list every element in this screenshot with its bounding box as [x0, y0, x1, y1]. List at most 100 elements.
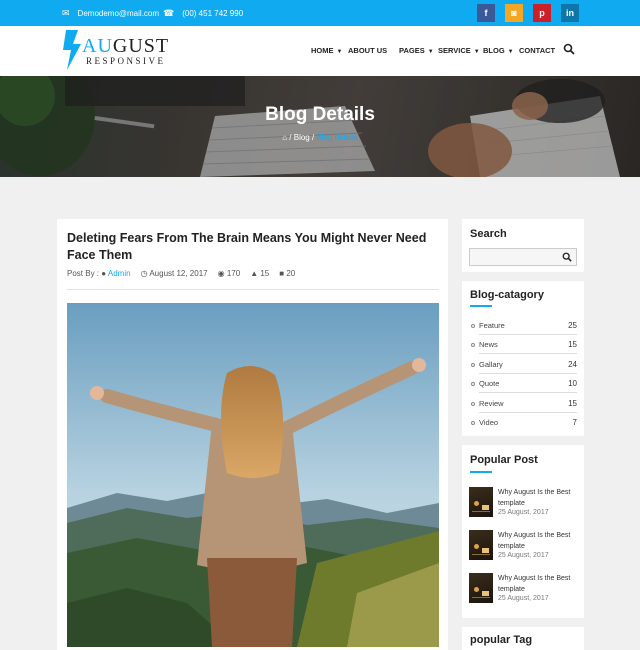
category-item-gallary[interactable]: Gallary 24	[471, 360, 577, 379]
circle-bullet-icon	[471, 324, 475, 328]
category-count: 25	[568, 321, 577, 330]
nav-pages-label: PAGES	[399, 46, 425, 55]
category-count: 10	[568, 379, 577, 388]
logo-subtitle: RESPONSIVE	[86, 56, 166, 66]
linkedin-icon[interactable]: in	[561, 4, 579, 22]
category-name: Video	[479, 418, 499, 427]
popular-post-item[interactable]: Why August Is the Best template 25 Augus…	[469, 530, 579, 563]
post-image	[67, 303, 439, 647]
post-comments[interactable]: ■ 20	[279, 269, 295, 278]
category-count: 15	[568, 399, 577, 408]
title-underline	[470, 305, 492, 307]
popular-post-item[interactable]: Why August Is the Best template 25 Augus…	[469, 487, 579, 520]
nav-about[interactable]: ABOUT US	[348, 46, 387, 55]
circle-bullet-icon	[471, 421, 475, 425]
pinterest-icon[interactable]: p	[533, 4, 551, 22]
divider	[479, 392, 577, 393]
search-widget: Search	[462, 219, 584, 272]
category-name: Feature	[479, 321, 505, 330]
post-thumbnail[interactable]	[469, 573, 493, 603]
nav-blog-label: BLOG	[483, 46, 505, 55]
rss-icon[interactable]: ◙	[505, 4, 523, 22]
breadcrumb-current: Blog details	[316, 133, 358, 142]
post-thumbnail[interactable]	[469, 530, 493, 560]
popular-post-widget: Popular Post Why August Is the Best temp…	[462, 445, 584, 618]
divider	[479, 412, 577, 413]
divider	[479, 334, 577, 335]
circle-bullet-icon	[471, 343, 475, 347]
category-count: 15	[568, 340, 577, 349]
divider	[67, 289, 439, 290]
logo-main-text: GUST	[112, 35, 170, 57]
category-count: 7	[572, 418, 577, 427]
nav-service-label: SERVICE	[438, 46, 471, 55]
comments-count: 20	[286, 269, 296, 278]
facebook-icon[interactable]: f	[477, 4, 495, 22]
category-item-quote[interactable]: Quote 10	[471, 379, 577, 398]
search-icon[interactable]	[563, 43, 575, 55]
category-item-review[interactable]: Review 15	[471, 399, 577, 418]
divider	[479, 353, 577, 354]
contact-email[interactable]: ✉ Demodemo@mail.com	[62, 0, 159, 26]
home-icon[interactable]: ⌂	[282, 133, 287, 142]
post-likes[interactable]: ▲ 15	[250, 269, 269, 278]
category-name: Review	[479, 399, 504, 408]
category-count: 24	[568, 360, 577, 369]
post-meta: Post By : ● Admin ◷ August 12, 2017 ◉ 17…	[67, 269, 295, 278]
author-link[interactable]: Admin	[108, 269, 131, 278]
popular-post-link[interactable]: Why August Is the Best template	[498, 530, 582, 552]
page-banner	[0, 76, 640, 177]
category-widget: Blog-catagory Feature 25 News 15 Gallary…	[462, 281, 584, 436]
phone-icon: ☎	[163, 7, 175, 18]
phone-text: (00) 451 742 990	[182, 8, 244, 18]
circle-bullet-icon	[471, 382, 475, 386]
breadcrumb-blog[interactable]: Blog	[294, 133, 310, 142]
nav-pages[interactable]: PAGES ▼	[399, 46, 434, 55]
popular-tag-title: popular Tag	[470, 634, 533, 646]
caret-down-icon: ▼	[427, 49, 434, 55]
site-header: AUGUST RESPONSIVE HOME ▼ ABOUT US PAGES ▼ …	[0, 26, 640, 76]
category-name: News	[479, 340, 498, 349]
site-logo[interactable]: AUGUST RESPONSIVE	[82, 35, 169, 66]
nav-contact-label: CONTACT	[519, 46, 556, 55]
breadcrumb-separator: /	[311, 133, 315, 142]
category-widget-title: Blog-catagory	[470, 289, 544, 301]
search-input[interactable]	[469, 248, 577, 266]
caret-down-icon: ▼	[507, 49, 514, 55]
caret-down-icon: ▼	[336, 49, 343, 55]
nav-service[interactable]: SERVICE ▼	[438, 46, 480, 55]
thumbs-up-icon: ▲	[250, 269, 259, 278]
nav-home[interactable]: HOME ▼	[311, 46, 342, 55]
divider	[479, 373, 577, 374]
breadcrumb-separator: /	[289, 133, 292, 142]
category-item-feature[interactable]: Feature 25	[471, 321, 577, 340]
post-author: Post By : ● Admin	[67, 269, 131, 278]
contact-phone[interactable]: ☎ (00) 451 742 990	[163, 0, 243, 26]
search-widget-title: Search	[470, 228, 507, 240]
popular-post-item[interactable]: Why August Is the Best template 25 Augus…	[469, 573, 579, 606]
envelope-icon: ✉	[62, 7, 70, 18]
page-title: Blog Details	[265, 104, 375, 125]
nav-contact[interactable]: CONTACT	[519, 46, 555, 55]
popular-post-title: Popular Post	[470, 454, 538, 466]
views-count: 170	[226, 269, 241, 278]
category-item-video[interactable]: Video 7	[471, 418, 577, 437]
category-item-news[interactable]: News 15	[471, 340, 577, 359]
email-text: Demodemo@mail.com	[77, 8, 160, 18]
popular-post-date: 25 August, 2017	[498, 595, 549, 602]
lightning-bolt-icon	[63, 30, 81, 70]
nav-blog[interactable]: BLOG ▼	[483, 46, 514, 55]
clock-icon: ◷	[140, 269, 148, 278]
post-views: ◉ 170	[218, 269, 241, 278]
popular-post-link[interactable]: Why August Is the Best template	[498, 487, 582, 509]
nav-home-label: HOME	[311, 46, 334, 55]
popular-post-link[interactable]: Why August Is the Best template	[498, 573, 582, 595]
post-thumbnail[interactable]	[469, 487, 493, 517]
popular-post-date: 25 August, 2017	[498, 509, 549, 516]
logo-accent: AU	[82, 35, 113, 57]
search-icon[interactable]	[562, 252, 572, 262]
post-date: ◷ August 12, 2017	[141, 269, 208, 278]
category-name: Gallary	[479, 360, 503, 369]
category-name: Quote	[479, 379, 500, 388]
likes-count: 15	[260, 269, 270, 278]
